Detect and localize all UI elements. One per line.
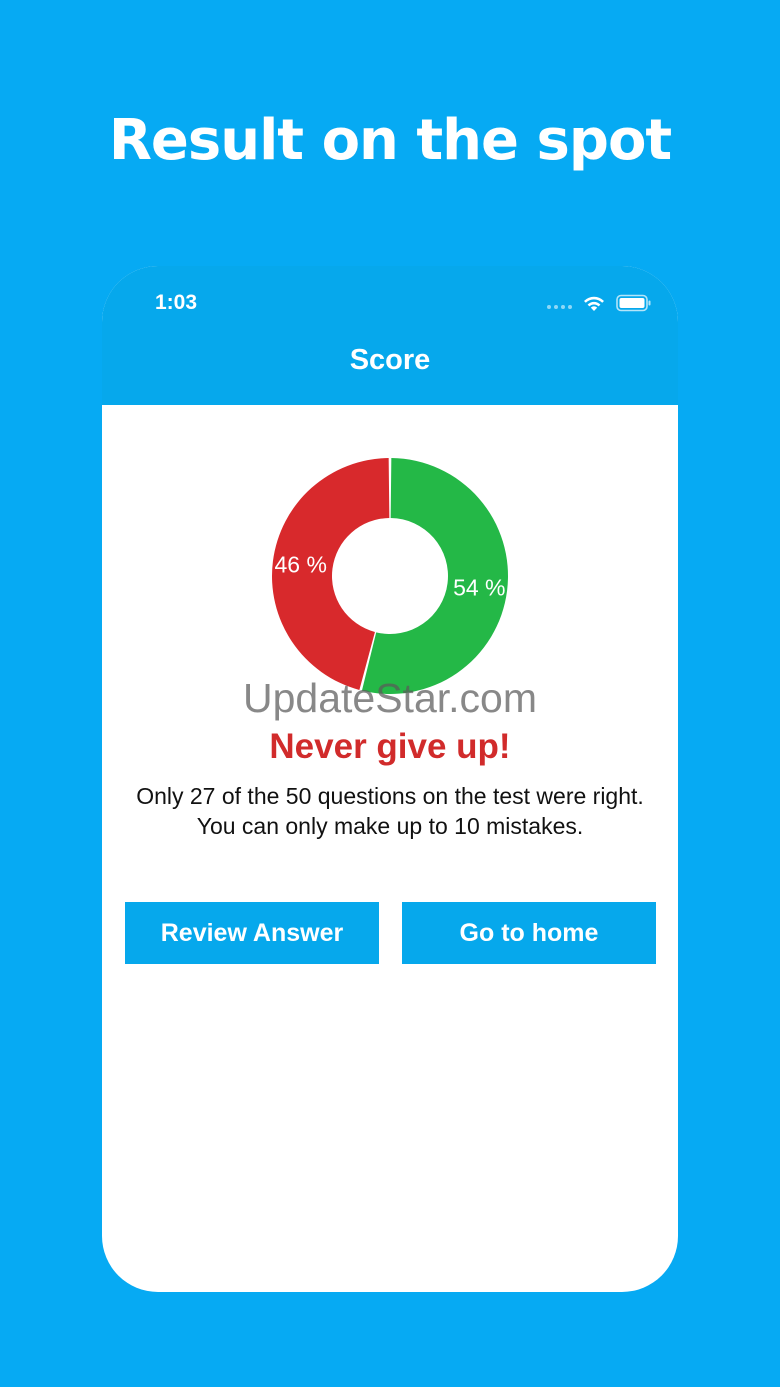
donut-label-0: 54 % <box>453 574 505 600</box>
status-time: 1:03 <box>155 291 198 314</box>
donut-label-1: 46 % <box>274 552 326 578</box>
promo-headline: Result on the spot <box>108 108 672 173</box>
result-title: Never give up! <box>269 727 511 766</box>
result-message: Only 27 of the 50 questions on the test … <box>136 783 644 839</box>
phone-screen: 1:03 Score 54 % 46 % UpdateStar.com Never… <box>102 266 678 1292</box>
go-to-home-button[interactable]: Go to home <box>402 902 656 964</box>
review-answer-button[interactable]: Review Answer <box>125 902 379 964</box>
status-icons <box>547 292 652 314</box>
battery-icon <box>616 294 651 312</box>
score-donut-chart: 54 % 46 % <box>272 458 508 694</box>
signal-dots-icon <box>547 305 572 309</box>
nav-title: Score <box>349 344 431 376</box>
wifi-icon <box>584 296 604 311</box>
watermark: UpdateStar.com <box>243 675 537 721</box>
app-header: 1:03 Score <box>102 266 678 405</box>
